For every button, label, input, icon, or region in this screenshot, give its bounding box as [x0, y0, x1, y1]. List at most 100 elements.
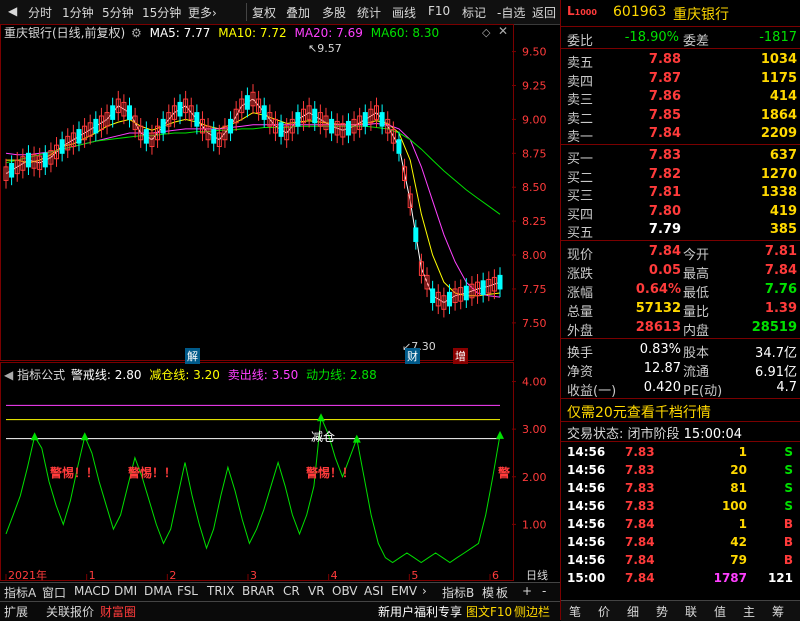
menu-tongji[interactable]: 统计 — [357, 4, 381, 21]
indicator-y-axis: 1.00 2.00 3.00 4.00 — [512, 376, 547, 531]
candle-body — [480, 280, 486, 295]
menu-fuquan[interactable]: 复权 — [252, 4, 276, 21]
menu-more[interactable]: 更多› — [188, 4, 217, 21]
tab-dmi[interactable]: DMI — [114, 584, 137, 598]
tab-wealth-circle[interactable]: 财富圈 — [100, 603, 136, 620]
ma-line — [5, 122, 501, 298]
tab-asi[interactable]: ASI — [364, 584, 383, 598]
ask-row[interactable]: 卖一 7.84 2209 — [561, 125, 800, 145]
x-axis-label: 日线 — [526, 568, 548, 582]
header-diamond-icon[interactable]: ◇ — [482, 26, 490, 39]
tick-bs: S — [784, 481, 793, 495]
tick-price: 7.84 — [625, 553, 655, 567]
tab-vr[interactable]: VR — [308, 584, 325, 598]
menu-left-arrow-icon[interactable]: ◀ — [8, 4, 17, 18]
menu-fenshi[interactable]: 分时 — [28, 4, 52, 21]
ask-row[interactable]: 卖二 7.85 1864 — [561, 107, 800, 127]
tab-chou[interactable]: 筹 — [772, 603, 784, 620]
stat-label-2: 最低 — [683, 286, 710, 301]
tab-trix[interactable]: TRIX — [207, 584, 234, 598]
menu-diejia[interactable]: 叠加 — [286, 4, 310, 21]
ind-y-tick-label: 2.00 — [522, 471, 547, 484]
tab-dma[interactable]: DMA — [144, 584, 172, 598]
bid-row[interactable]: 买四 7.80 419 — [561, 203, 800, 223]
header-close-icon[interactable]: ✕ — [498, 24, 508, 38]
tick-bs: S — [784, 463, 793, 477]
stat-label-2: 最高 — [683, 267, 710, 282]
menu-fanhui[interactable]: 返回 — [532, 4, 556, 21]
warn-line-label: 警戒线: 2.80 — [70, 368, 142, 382]
tab-minus[interactable]: - — [542, 584, 546, 598]
stat2-label: 换手 — [567, 346, 594, 361]
bid-row[interactable]: 买二 7.82 1270 — [561, 166, 800, 186]
chart-settings-icon[interactable]: ⚙ — [131, 26, 142, 40]
tab-zhu[interactable]: 主 — [743, 603, 755, 620]
ask-row[interactable]: 卖四 7.87 1175 — [561, 70, 800, 90]
tab-shi[interactable]: 势 — [656, 603, 668, 620]
bid-row[interactable]: 买五 7.79 385 — [561, 221, 800, 241]
marker-jie[interactable]: 解 — [185, 348, 200, 364]
stat-row: 总量 57132 量比 1.39 — [561, 300, 800, 320]
tab-obv[interactable]: OBV — [332, 584, 358, 598]
tab-fsl[interactable]: FSL — [177, 584, 198, 598]
tab-cr[interactable]: CR — [283, 584, 300, 598]
tab-lian[interactable]: 联 — [685, 603, 697, 620]
tick-row: 14:56 7.83 81 S — [561, 480, 800, 498]
buy-arrow-icon — [496, 430, 504, 439]
tab-indicator-b[interactable]: 指标B — [442, 584, 474, 601]
indicator-expand-icon[interactable]: ◀ — [4, 368, 13, 382]
promo-link[interactable]: 仅需20元查看千档行情 — [567, 402, 711, 422]
tab-macd[interactable]: MACD — [74, 584, 110, 598]
tab-expand[interactable]: 扩展 — [4, 603, 28, 620]
candle-body — [244, 95, 250, 110]
ask-price: 7.88 — [648, 52, 681, 67]
bid-row[interactable]: 买一 7.83 637 — [561, 147, 800, 167]
tab-new-user[interactable]: 新用户福利专享 — [378, 603, 462, 620]
menu-zixuan[interactable]: -自选 — [497, 4, 525, 21]
candle-body — [463, 285, 469, 301]
reduce-text: 减仓 — [311, 430, 336, 444]
tab-sidebar[interactable]: 侧边栏 — [514, 603, 550, 620]
tab-brar[interactable]: BRAR — [242, 584, 275, 598]
tab-f10-graphic[interactable]: 图文F10 — [466, 603, 512, 620]
menu-1min[interactable]: 1分钟 — [62, 4, 94, 21]
tab-ban[interactable]: 板 — [496, 584, 508, 601]
warn-text-3: 警惕！！ — [306, 466, 355, 480]
ask-row[interactable]: 卖三 7.86 414 — [561, 88, 800, 108]
tab-window[interactable]: 窗口 — [42, 584, 66, 601]
candle-body — [143, 129, 149, 144]
menu-biaoji[interactable]: 标记 — [462, 4, 486, 21]
stock-name[interactable]: 重庆银行 — [673, 4, 729, 24]
tab-zhi[interactable]: 值 — [714, 603, 726, 620]
marker-zeng[interactable]: 增 — [453, 348, 468, 364]
tab-plus[interactable]: + — [522, 584, 532, 598]
stat-label: 涨跌 — [567, 267, 594, 282]
menu-duogu[interactable]: 多股 — [322, 4, 346, 21]
stat2-value: 0.420 — [643, 380, 681, 395]
stat-label-2: 量比 — [683, 305, 710, 320]
tab-bi[interactable]: 笔 — [569, 603, 581, 620]
menu-f10[interactable]: F10 — [428, 4, 450, 18]
tab-emv[interactable]: EMV — [391, 584, 417, 598]
tab-more-icon[interactable]: › — [422, 584, 427, 598]
marker-cai[interactable]: 财 — [405, 348, 420, 364]
tick-time: 14:56 — [567, 517, 606, 531]
tab-related-quotes[interactable]: 关联报价 — [46, 603, 94, 620]
candle-body — [396, 139, 402, 154]
tab-jia[interactable]: 价 — [598, 603, 610, 620]
ask-row[interactable]: 卖五 7.88 1034 — [561, 51, 800, 71]
x-tick-label: 1 — [89, 569, 96, 582]
indicator-header: ◀ 指标公式 警戒线: 2.80 减仓线: 3.20 卖出线: 3.50 动力线… — [4, 366, 377, 383]
menu-15min[interactable]: 15分钟 — [142, 4, 181, 21]
tick-time: 14:56 — [567, 535, 606, 549]
tab-xi[interactable]: 细 — [627, 603, 639, 620]
menu-huaxian[interactable]: 画线 — [392, 4, 416, 21]
candle-body — [345, 120, 351, 136]
ind-y-tick-label: 3.00 — [522, 423, 547, 436]
tab-mo[interactable]: 模 — [482, 584, 494, 601]
stock-code[interactable]: 601963 — [613, 4, 666, 20]
bid-price: 7.81 — [648, 185, 681, 200]
bid-row[interactable]: 买三 7.81 1338 — [561, 184, 800, 204]
tab-indicator-a[interactable]: 指标A — [4, 584, 36, 601]
menu-5min[interactable]: 5分钟 — [102, 4, 134, 21]
